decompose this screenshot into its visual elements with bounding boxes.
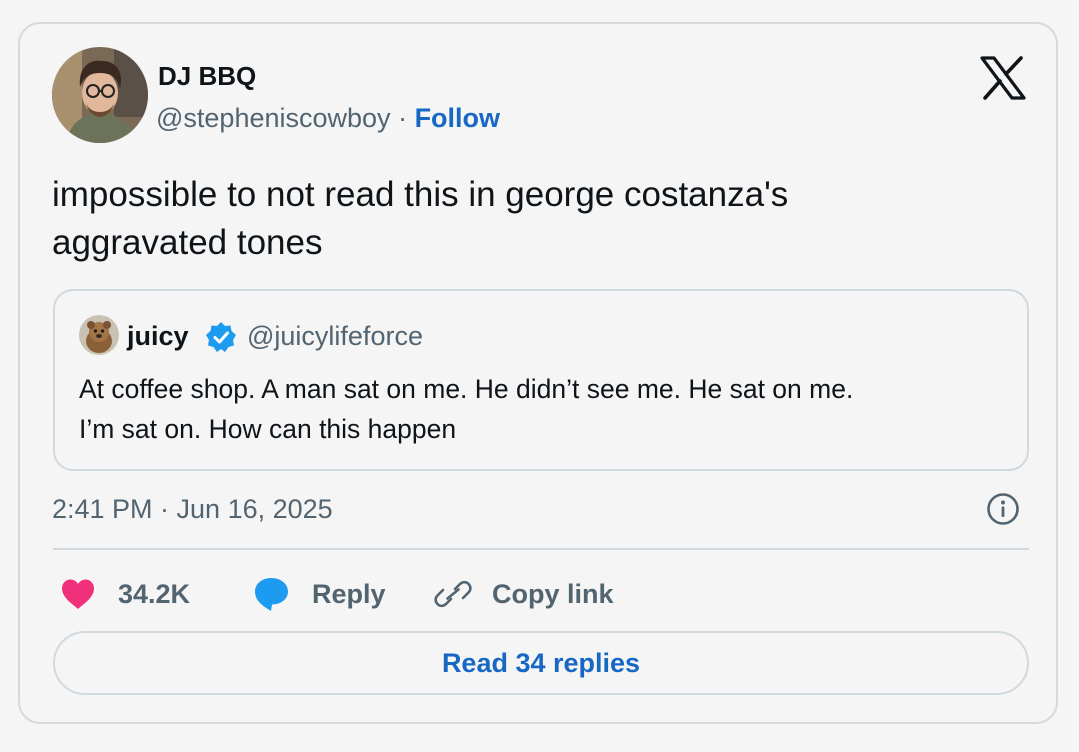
quoted-avatar[interactable] — [79, 315, 119, 355]
info-icon[interactable] — [986, 492, 1020, 526]
reply-bubble-icon — [252, 576, 290, 612]
follow-link[interactable]: Follow — [415, 103, 500, 133]
author-handle-row: @stepheniscowboy · Follow — [156, 102, 500, 134]
like-button[interactable]: 34.2K — [60, 574, 190, 614]
heart-icon — [60, 578, 96, 610]
quoted-text: At coffee shop. A man sat on me. He didn… — [79, 369, 1009, 449]
tweet-text-line: aggravated tones — [52, 223, 323, 262]
author-avatar[interactable] — [52, 47, 148, 143]
quoted-text-line: At coffee shop. A man sat on me. He didn… — [79, 374, 854, 404]
copy-link-button[interactable]: Copy link — [434, 574, 614, 614]
read-replies-button[interactable]: Read 34 replies — [53, 631, 1029, 695]
copy-link-label: Copy link — [492, 578, 614, 609]
reply-label: Reply — [312, 578, 386, 609]
quoted-handle[interactable]: @juicylifeforce — [247, 319, 423, 353]
quokka-avatar-icon — [79, 315, 119, 355]
tweet-card: DJ BBQ @stepheniscowboy · Follow impossi… — [18, 22, 1058, 724]
quoted-text-line: I’m sat on. How can this happen — [79, 414, 457, 444]
handle-separator: · — [398, 103, 415, 133]
divider — [53, 548, 1029, 550]
author-display-name[interactable]: DJ BBQ — [158, 61, 256, 91]
link-icon — [434, 576, 472, 612]
quoted-display-name[interactable]: juicy — [127, 319, 189, 353]
x-logo-icon[interactable] — [980, 56, 1026, 100]
tweet-timestamp[interactable]: 2:41 PM · Jun 16, 2025 — [52, 492, 333, 526]
like-count: 34.2K — [118, 578, 191, 609]
tweet-text: impossible to not read this in george co… — [52, 171, 1012, 267]
tweet-text-line: impossible to not read this in george co… — [52, 175, 789, 214]
author-handle[interactable]: @stepheniscowboy — [156, 103, 391, 133]
verified-badge-icon — [205, 321, 237, 353]
reply-button[interactable]: Reply — [252, 574, 386, 614]
profile-photo-icon — [52, 47, 148, 143]
quoted-tweet[interactable]: juicy @juicylifeforce At coffee shop. A … — [53, 289, 1029, 471]
